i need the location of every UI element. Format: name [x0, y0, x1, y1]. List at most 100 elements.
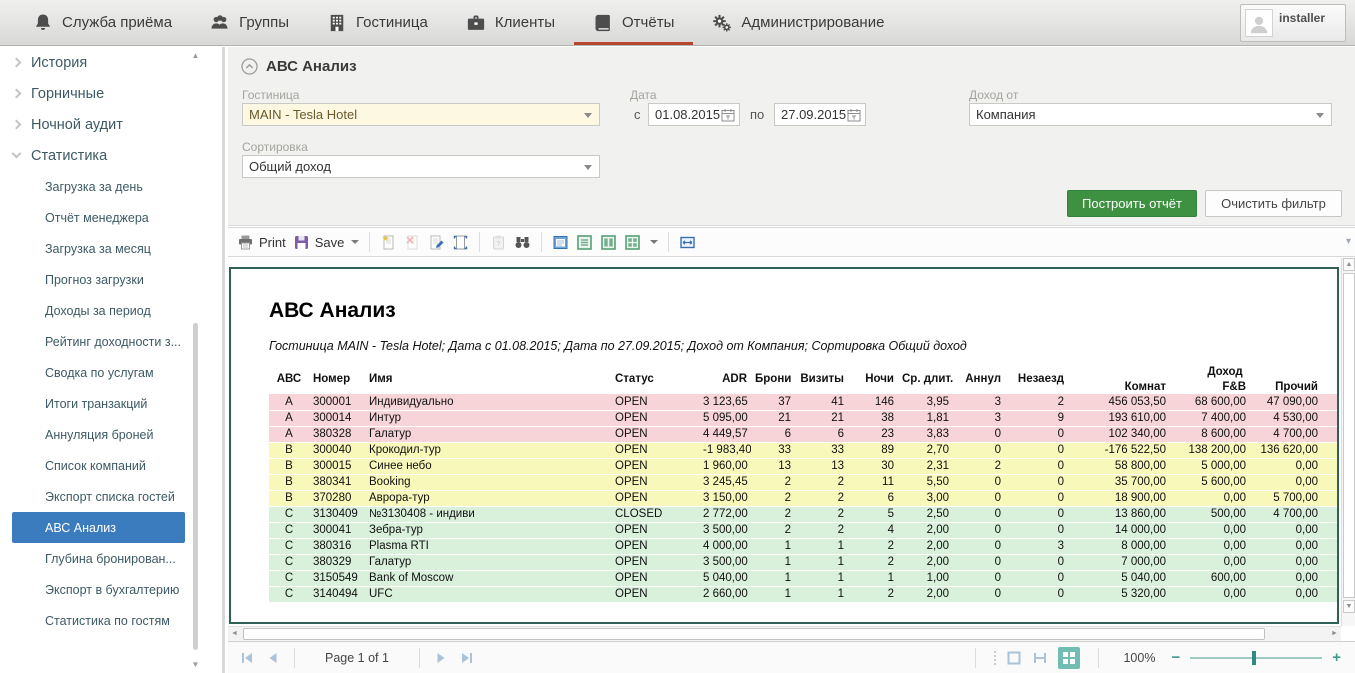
previous-page-button[interactable] — [260, 652, 286, 664]
sidebar-item-7[interactable]: Прогноз загрузки — [0, 264, 222, 295]
paste-watermark-button[interactable]: ? — [490, 234, 507, 251]
nav-item-groups[interactable]: Группы — [191, 0, 308, 45]
fit-whole-page-button[interactable] — [1006, 650, 1022, 666]
collapse-panel-icon[interactable] — [241, 58, 258, 75]
preview-mode-button[interactable] — [552, 234, 569, 251]
panel-header[interactable]: АВС Анализ — [241, 58, 357, 75]
multiple-pages-zoom-button[interactable] — [1058, 647, 1080, 669]
sort-select[interactable]: Общий доход — [242, 155, 600, 178]
edit-page-button[interactable] — [428, 234, 445, 251]
new-page-button[interactable] — [380, 234, 397, 251]
sidebar-item-8[interactable]: Доходы за период — [0, 295, 222, 326]
calendar-icon[interactable] — [721, 108, 735, 122]
sidebar-item-label: История — [31, 55, 87, 71]
cell-visits: 2 — [795, 474, 848, 490]
cell-adr: 4 000,00 — [699, 538, 751, 554]
sidebar-scrollbar[interactable]: ▲ ▼ — [191, 51, 200, 669]
sidebar-item-11[interactable]: Итоги транзакций — [0, 388, 222, 419]
last-page-button[interactable] — [454, 652, 480, 664]
cell-abc: В — [269, 474, 309, 490]
sidebar-item-17[interactable]: Экспорт в бухгалтерию — [0, 574, 222, 605]
sidebar-item-5[interactable]: Отчёт менеджера — [0, 202, 222, 233]
scroll-down-icon[interactable]: ▼ — [1343, 600, 1355, 613]
calendar-icon[interactable] — [847, 108, 861, 122]
scroll-left-icon[interactable]: ◄ — [228, 628, 241, 640]
sidebar-item-14[interactable]: Экспорт списка гостей — [0, 481, 222, 512]
zoom-slider-handle[interactable] — [1252, 651, 1256, 665]
date-from-input[interactable]: 01.08.2015 — [648, 103, 740, 126]
page-setup-button[interactable] — [452, 234, 469, 251]
sidebar-item-3[interactable]: Статистика — [0, 140, 222, 171]
scroll-up-icon[interactable]: ▲ — [191, 51, 200, 60]
clear-filter-button[interactable]: Очистить фильтр — [1205, 190, 1342, 217]
save-button[interactable]: Save — [293, 234, 360, 251]
col-header: Прочий — [1250, 379, 1322, 394]
build-report-button[interactable]: Построить отчёт — [1067, 190, 1197, 217]
sidebar-item-13[interactable]: Список компаний — [0, 450, 222, 481]
nav-item-reports[interactable]: Отчёты — [574, 0, 693, 45]
nav-label: Служба приёма — [62, 14, 172, 31]
scrollbar-thumb[interactable] — [243, 628, 1265, 640]
report-vertical-scrollbar[interactable]: ▲ ▼ — [1341, 258, 1355, 626]
cell-adr: 4 449,57 — [699, 426, 751, 442]
zoom-in-button[interactable]: + — [1332, 649, 1341, 666]
sidebar-item-4[interactable]: Загрузка за день — [0, 171, 222, 202]
nav-item-administration[interactable]: Администрирование — [693, 0, 903, 45]
print-icon — [237, 234, 254, 251]
cell-bookings: 37 — [751, 394, 795, 410]
nav-item-hotel[interactable]: Гостиница — [308, 0, 447, 45]
grip-handle-icon[interactable] — [994, 651, 996, 665]
cell-cancelled: 3 — [953, 394, 1005, 410]
cell-nights: 2 — [848, 586, 898, 602]
cell-avg-stay: 2,00 — [898, 586, 953, 602]
date-to-input[interactable]: 27.09.2015 — [774, 103, 866, 126]
cell-number: 380328 — [309, 426, 365, 442]
income-from-select[interactable]: Компания — [969, 103, 1332, 126]
nav-item-clients[interactable]: Клиенты — [447, 0, 574, 45]
user-menu[interactable]: installer — [1240, 4, 1346, 42]
cell-adr: 3 500,00 — [699, 522, 751, 538]
sidebar-item-0[interactable]: История — [0, 47, 222, 78]
print-button[interactable]: Print — [237, 234, 286, 251]
cell-avg-stay: 1,00 — [898, 570, 953, 586]
save-dropdown-caret-icon[interactable] — [351, 240, 359, 244]
sidebar-item-10[interactable]: Сводка по услугам — [0, 357, 222, 388]
cell-noshow: 0 — [1005, 554, 1068, 570]
scrollbar-thumb[interactable] — [1343, 273, 1355, 598]
cell-nights: 4 — [848, 522, 898, 538]
find-button[interactable] — [514, 234, 531, 251]
zoom-out-button[interactable]: − — [1171, 649, 1180, 666]
nav-item-front-desk[interactable]: Служба приёма — [14, 0, 191, 45]
sidebar-item-16[interactable]: Глубина бронирован... — [0, 543, 222, 574]
scroll-down-icon[interactable]: ▼ — [191, 660, 200, 669]
sidebar-item-6[interactable]: Загрузка за месяц — [0, 233, 222, 264]
sidebar-item-15[interactable]: АВС Анализ — [12, 512, 185, 543]
single-page-view-button[interactable] — [576, 234, 593, 251]
sidebar-item-1[interactable]: Горничные — [0, 78, 222, 109]
zoom-slider[interactable] — [1190, 651, 1322, 665]
sidebar-item-label: Экспорт списка гостей — [45, 490, 175, 504]
sidebar-item-2[interactable]: Ночной аудит — [0, 109, 222, 140]
report-horizontal-scrollbar[interactable]: ◄ ► — [228, 626, 1341, 641]
page-width-button[interactable] — [679, 234, 696, 251]
scroll-right-icon[interactable]: ► — [1328, 628, 1341, 640]
sidebar-item-12[interactable]: Аннуляция броней — [0, 419, 222, 450]
multi-page-caret-icon[interactable] — [650, 240, 658, 244]
cell-status: CLOSED — [611, 506, 699, 522]
sidebar-item-18[interactable]: Статистика по гостям — [0, 605, 222, 636]
toolbar-overflow-icon[interactable]: ▾ — [1346, 236, 1351, 247]
cell-fb-income: 0,00 — [1170, 586, 1250, 602]
fit-page-width-button[interactable] — [1032, 650, 1048, 666]
first-page-button[interactable] — [234, 652, 260, 664]
delete-page-button[interactable] — [404, 234, 421, 251]
col-header: Имя — [365, 364, 611, 394]
sort-value: Общий доход — [249, 159, 331, 174]
multi-page-view-button[interactable] — [624, 234, 641, 251]
two-page-view-button[interactable] — [600, 234, 617, 251]
sidebar-item-label: Статистика по гостям — [45, 614, 170, 628]
scrollbar-thumb[interactable] — [193, 323, 198, 651]
scroll-up-icon[interactable]: ▲ — [1343, 258, 1355, 271]
next-page-button[interactable] — [428, 652, 454, 664]
sidebar-item-9[interactable]: Рейтинг доходности з... — [0, 326, 222, 357]
hotel-select[interactable]: MAIN - Tesla Hotel — [242, 103, 600, 126]
